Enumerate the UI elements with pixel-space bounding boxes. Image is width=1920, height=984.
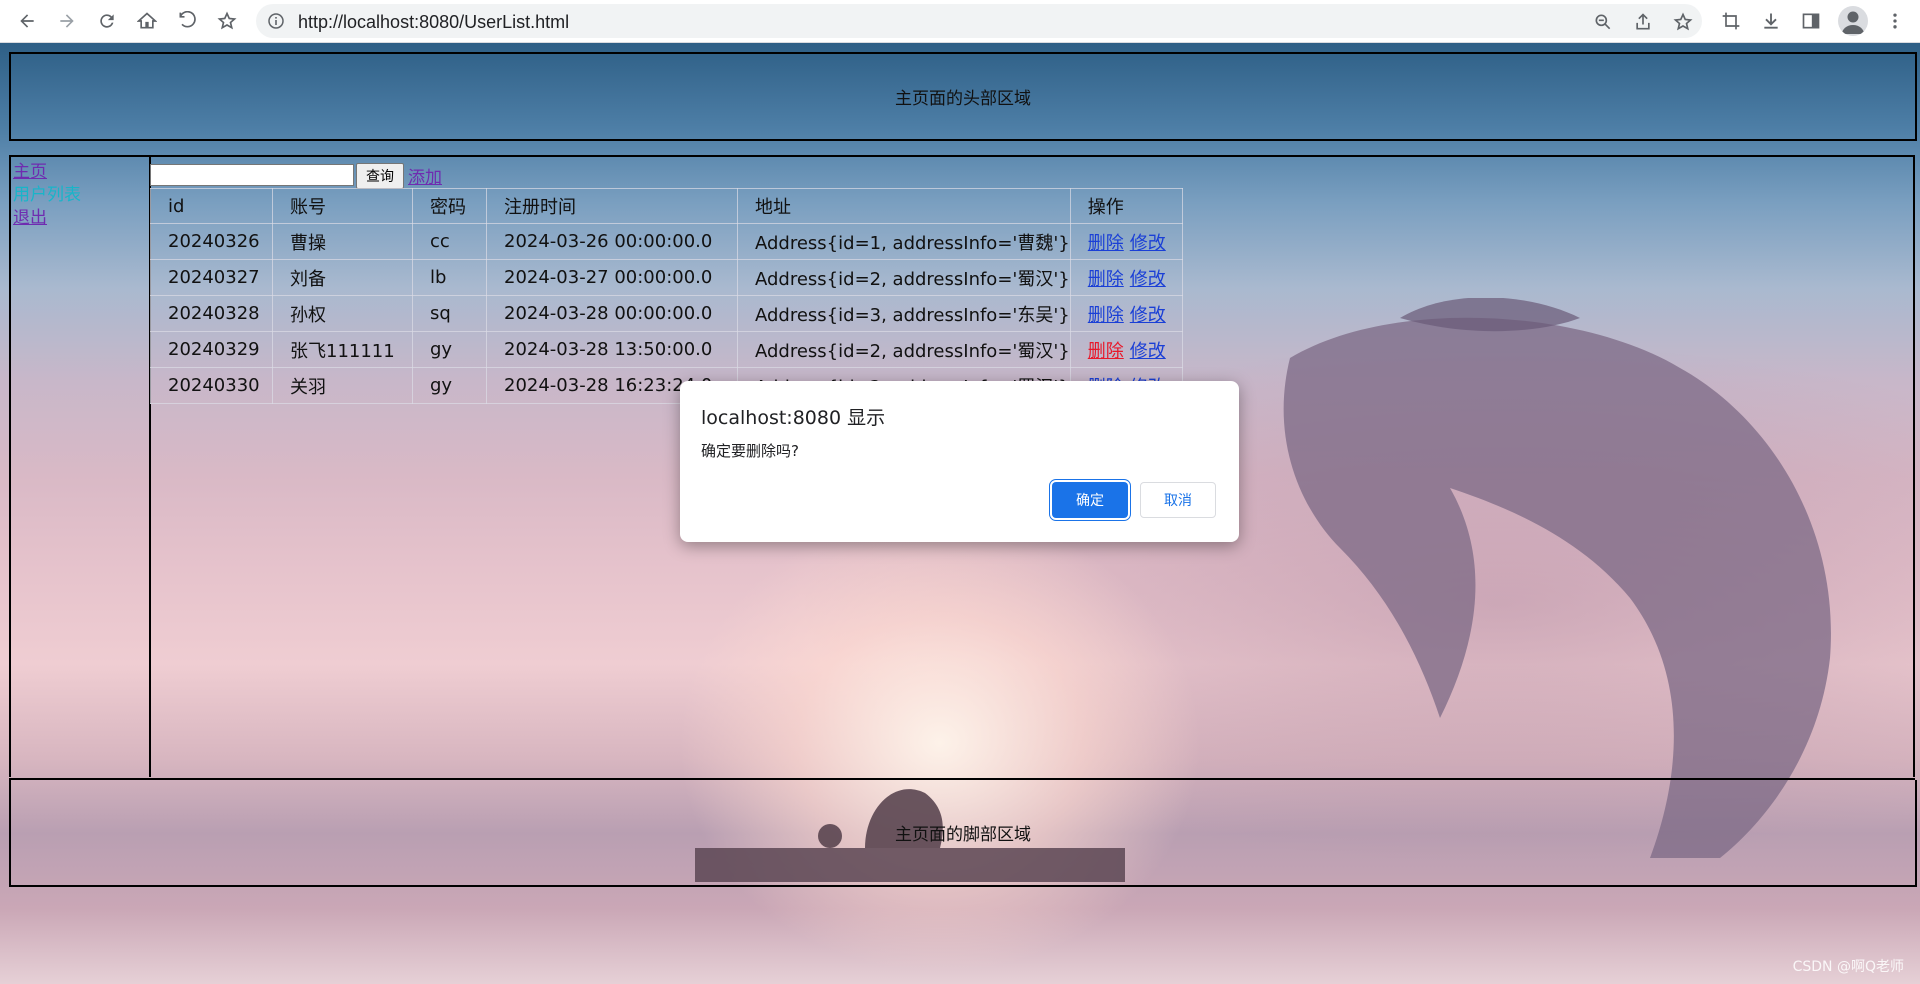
sidebar-item-logout[interactable]: 退出 xyxy=(13,207,47,229)
cell-id: 20240327 xyxy=(150,259,273,296)
dialog-message: 确定要删除吗? xyxy=(701,442,799,460)
cell-reg-time: 2024-03-28 00:00:00.0 xyxy=(486,295,738,332)
confirm-ok-button[interactable]: 确定 xyxy=(1052,482,1128,518)
table-row: 20240328 孙权 sq 2024-03-28 00:00:00.0 Add… xyxy=(150,295,1183,332)
cell-account: 曹操 xyxy=(272,223,413,260)
cell-reg-time: 2024-03-27 00:00:00.0 xyxy=(486,259,738,296)
zoom-icon[interactable] xyxy=(1592,11,1614,33)
cell-address: Address{id=2, addressInfo='蜀汉'} xyxy=(737,259,1071,296)
confirm-dialog: localhost:8080 显示 确定要删除吗? 确定 取消 xyxy=(680,381,1239,542)
footer-text: 主页面的脚部区域 xyxy=(895,825,1031,845)
cell-id: 20240329 xyxy=(150,331,273,368)
cell-actions: 删除修改 xyxy=(1069,331,1183,368)
search-input[interactable] xyxy=(150,164,354,186)
delete-link[interactable]: 删除 xyxy=(1088,305,1124,326)
header-text: 主页面的头部区域 xyxy=(895,89,1031,109)
bookmark-page-icon[interactable] xyxy=(1672,11,1694,33)
crop-icon[interactable] xyxy=(1718,8,1744,34)
cell-reg-time: 2024-03-26 00:00:00.0 xyxy=(486,223,738,260)
cell-password: gy xyxy=(412,331,487,368)
column-header-password: 密码 xyxy=(412,188,487,224)
dialog-title: localhost:8080 显示 xyxy=(701,407,886,429)
cell-account: 关羽 xyxy=(272,367,413,404)
browser-toolbar: http://localhost:8080/UserList.html xyxy=(0,0,1920,43)
home-icon[interactable] xyxy=(132,6,162,36)
confirm-cancel-button[interactable]: 取消 xyxy=(1140,482,1216,518)
table-row: 20240326 曹操 cc 2024-03-26 00:00:00.0 Add… xyxy=(150,223,1183,260)
table-row: 20240327 刘备 lb 2024-03-27 00:00:00.0 Add… xyxy=(150,259,1183,296)
cell-reg-time: 2024-03-28 13:50:00.0 xyxy=(486,331,738,368)
cell-account: 张飞111111 xyxy=(272,331,413,368)
cell-password: gy xyxy=(412,367,487,404)
edit-link[interactable]: 修改 xyxy=(1130,269,1166,290)
forward-icon[interactable] xyxy=(52,6,82,36)
delete-link[interactable]: 删除 xyxy=(1088,269,1124,290)
cell-password: lb xyxy=(412,259,487,296)
delete-link[interactable]: 删除 xyxy=(1088,341,1124,362)
table-row: 20240329 张飞111111 gy 2024-03-28 13:50:00… xyxy=(150,331,1183,368)
cell-id: 20240330 xyxy=(150,367,273,404)
share-icon[interactable] xyxy=(1632,11,1654,33)
sidebar-item-user-list[interactable]: 用户列表 xyxy=(13,184,81,206)
column-header-reg-time: 注册时间 xyxy=(486,188,738,224)
watermark-text: CSDN @啊Q老师 xyxy=(1792,959,1904,975)
edit-link[interactable]: 修改 xyxy=(1130,305,1166,326)
cell-account: 孙权 xyxy=(272,295,413,332)
reload-icon[interactable] xyxy=(92,6,122,36)
cell-actions: 删除修改 xyxy=(1069,223,1183,260)
footer-region: 主页面的脚部区域 xyxy=(9,780,1917,887)
cell-password: cc xyxy=(412,223,487,260)
delete-link[interactable]: 删除 xyxy=(1088,233,1124,254)
header-region: 主页面的头部区域 xyxy=(9,52,1917,141)
side-panel-icon[interactable] xyxy=(1798,8,1824,34)
sidebar: 主页 用户列表 退出 xyxy=(9,157,151,777)
download-icon[interactable] xyxy=(1758,8,1784,34)
site-info-icon[interactable] xyxy=(268,13,284,29)
search-button[interactable]: 查询 xyxy=(356,163,404,189)
table-header-row: id 账号 密码 注册时间 地址 操作 xyxy=(150,188,1183,224)
profile-avatar-icon[interactable] xyxy=(1838,6,1868,36)
bookmark-star-icon[interactable] xyxy=(212,6,242,36)
cell-address: Address{id=1, addressInfo='曹魏'} xyxy=(737,223,1071,260)
address-bar[interactable]: http://localhost:8080/UserList.html xyxy=(256,4,1702,38)
column-header-account: 账号 xyxy=(272,188,413,224)
user-table: id 账号 密码 注册时间 地址 操作 20240326 曹操 cc 2024-… xyxy=(150,188,1183,404)
add-user-link[interactable]: 添加 xyxy=(408,163,442,188)
cell-id: 20240328 xyxy=(150,295,273,332)
cell-address: Address{id=2, addressInfo='蜀汉'} xyxy=(737,331,1071,368)
cell-actions: 删除修改 xyxy=(1069,295,1183,332)
column-header-id: id xyxy=(150,188,273,224)
sidebar-item-home[interactable]: 主页 xyxy=(13,161,47,183)
url-text: http://localhost:8080/UserList.html xyxy=(298,12,570,32)
column-header-actions: 操作 xyxy=(1069,188,1183,224)
back-icon[interactable] xyxy=(12,6,42,36)
edit-link[interactable]: 修改 xyxy=(1130,233,1166,254)
undo-icon[interactable] xyxy=(172,6,202,36)
column-header-address: 地址 xyxy=(737,188,1071,224)
cell-address: Address{id=3, addressInfo='东吴'} xyxy=(737,295,1071,332)
menu-kebab-icon[interactable] xyxy=(1882,8,1908,34)
cell-password: sq xyxy=(412,295,487,332)
cell-id: 20240326 xyxy=(150,223,273,260)
cell-actions: 删除修改 xyxy=(1069,259,1183,296)
cell-account: 刘备 xyxy=(272,259,413,296)
edit-link[interactable]: 修改 xyxy=(1130,341,1166,362)
